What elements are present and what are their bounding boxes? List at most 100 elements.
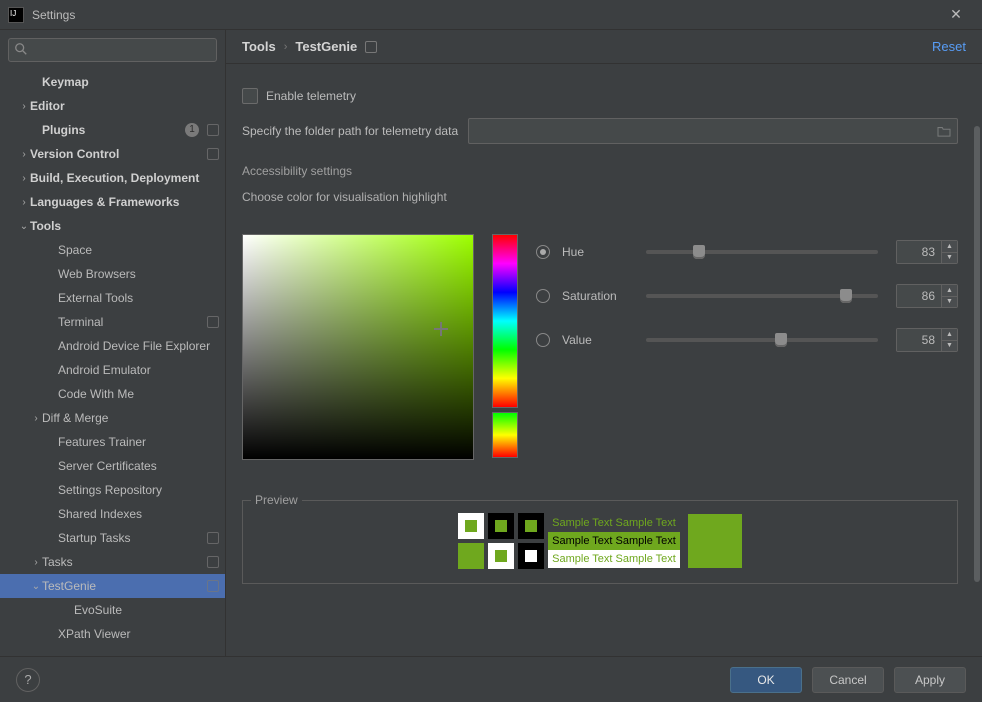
sidebar-item-label: Languages & Frameworks	[30, 195, 219, 209]
sidebar-item-label: Plugins	[42, 123, 185, 137]
spin-up-icon[interactable]: ▲	[942, 329, 957, 341]
chevron-right-icon: ›	[18, 101, 30, 112]
sidebar-item-terminal[interactable]: Terminal	[0, 310, 225, 334]
chevron-right-icon: ›	[18, 173, 30, 184]
sidebar-item-diff-merge[interactable]: ›Diff & Merge	[0, 406, 225, 430]
crumb-testgenie: TestGenie	[295, 39, 357, 54]
sidebar-item-android-emulator[interactable]: Android Emulator	[0, 358, 225, 382]
value-radio[interactable]	[536, 333, 550, 347]
color-field-cursor[interactable]	[434, 322, 448, 336]
hue-strip[interactable]	[492, 234, 518, 408]
cancel-button[interactable]: Cancel	[812, 667, 884, 693]
breadcrumb: Tools › TestGenie Reset	[226, 30, 982, 64]
sidebar-item-code-with-me[interactable]: Code With Me	[0, 382, 225, 406]
sidebar-item-label: Terminal	[58, 315, 203, 329]
sidebar-item-server-certificates[interactable]: Server Certificates	[0, 454, 225, 478]
sidebar-item-build-execution-deployment[interactable]: ›Build, Execution, Deployment	[0, 166, 225, 190]
reset-link[interactable]: Reset	[932, 39, 966, 54]
telemetry-path-input[interactable]	[475, 123, 937, 139]
spin-down-icon[interactable]: ▼	[942, 341, 957, 352]
window-title: Settings	[32, 8, 938, 22]
preview-sample-text: Sample Text Sample Text	[548, 550, 680, 568]
saturation-slider[interactable]	[646, 294, 878, 298]
spin-up-icon[interactable]: ▲	[942, 241, 957, 253]
sidebar-item-label: XPath Viewer	[58, 627, 219, 641]
hue-slider[interactable]	[646, 250, 878, 254]
sidebar-item-label: Android Device File Explorer	[58, 339, 219, 353]
preview-sample-text: Sample Text Sample Text	[548, 514, 680, 532]
enable-telemetry-checkbox[interactable]	[242, 88, 258, 104]
chevron-right-icon: ›	[18, 149, 30, 160]
scope-icon	[207, 556, 219, 568]
value-spinner[interactable]: ▲▼	[896, 328, 958, 352]
value-slider[interactable]	[646, 338, 878, 342]
hue-strip-secondary[interactable]	[492, 412, 518, 458]
hue-input[interactable]	[897, 241, 941, 263]
sidebar-item-xpath-viewer[interactable]: XPath Viewer	[0, 622, 225, 646]
sidebar-item-label: Server Certificates	[58, 459, 219, 473]
crumb-tools[interactable]: Tools	[242, 39, 276, 54]
saturation-label: Saturation	[562, 289, 628, 303]
value-input[interactable]	[897, 329, 941, 351]
badge: 1	[185, 123, 199, 137]
sidebar-item-external-tools[interactable]: External Tools	[0, 286, 225, 310]
ok-button[interactable]: OK	[730, 667, 802, 693]
settings-tree: Keymap›EditorPlugins1›Version Control›Bu…	[0, 70, 225, 656]
help-button[interactable]: ?	[16, 668, 40, 692]
sidebar-item-label: Space	[58, 243, 219, 257]
scope-icon	[207, 532, 219, 544]
telemetry-path-label: Specify the folder path for telemetry da…	[242, 124, 458, 138]
sidebar-item-label: TestGenie	[42, 579, 203, 593]
sidebar-item-label: EvoSuite	[74, 603, 219, 617]
search-input[interactable]	[8, 38, 217, 62]
saturation-radio[interactable]	[536, 289, 550, 303]
sidebar-item-android-device-file-explorer[interactable]: Android Device File Explorer	[0, 334, 225, 358]
sidebar-item-plugins[interactable]: Plugins1	[0, 118, 225, 142]
sidebar-item-label: Features Trainer	[58, 435, 219, 449]
sidebar-item-settings-repository[interactable]: Settings Repository	[0, 478, 225, 502]
sidebar-item-editor[interactable]: ›Editor	[0, 94, 225, 118]
sidebar-item-web-browsers[interactable]: Web Browsers	[0, 262, 225, 286]
telemetry-path-field[interactable]	[468, 118, 958, 144]
sidebar-item-tools[interactable]: ⌄Tools	[0, 214, 225, 238]
sidebar-item-version-control[interactable]: ›Version Control	[0, 142, 225, 166]
preview-text-column: Sample Text Sample Text Sample Text Sampl…	[548, 514, 680, 568]
apply-button[interactable]: Apply	[894, 667, 966, 693]
sidebar-item-features-trainer[interactable]: Features Trainer	[0, 430, 225, 454]
folder-icon[interactable]	[937, 125, 951, 137]
saturation-spinner[interactable]: ▲▼	[896, 284, 958, 308]
swatch	[518, 513, 544, 539]
color-field[interactable]	[242, 234, 474, 460]
sidebar-item-space[interactable]: Space	[0, 238, 225, 262]
search-icon	[14, 42, 28, 56]
sidebar-item-label: Settings Repository	[58, 483, 219, 497]
sidebar-item-keymap[interactable]: Keymap	[0, 70, 225, 94]
titlebar: Settings ✕	[0, 0, 982, 30]
spin-down-icon[interactable]: ▼	[942, 297, 957, 308]
sidebar-item-testgenie[interactable]: ⌄TestGenie	[0, 574, 225, 598]
spin-down-icon[interactable]: ▼	[942, 253, 957, 264]
enable-telemetry-label: Enable telemetry	[266, 89, 356, 103]
hue-label: Hue	[562, 245, 628, 259]
swatch	[458, 543, 484, 569]
close-icon[interactable]: ✕	[938, 6, 974, 23]
sidebar-item-evosuite[interactable]: EvoSuite	[0, 598, 225, 622]
saturation-input[interactable]	[897, 285, 941, 307]
swatch	[458, 513, 484, 539]
sidebar-item-startup-tasks[interactable]: Startup Tasks	[0, 526, 225, 550]
sidebar-item-label: Android Emulator	[58, 363, 219, 377]
scope-icon	[207, 316, 219, 328]
preview-group: Preview Sample Te	[242, 500, 958, 584]
sidebar-item-shared-indexes[interactable]: Shared Indexes	[0, 502, 225, 526]
hue-radio[interactable]	[536, 245, 550, 259]
hue-spinner[interactable]: ▲▼	[896, 240, 958, 264]
sidebar-item-languages-frameworks[interactable]: ›Languages & Frameworks	[0, 190, 225, 214]
spin-up-icon[interactable]: ▲	[942, 285, 957, 297]
sidebar-item-label: Code With Me	[58, 387, 219, 401]
sidebar-item-label: Tasks	[42, 555, 203, 569]
accessibility-title: Accessibility settings	[242, 164, 958, 178]
swatch	[488, 513, 514, 539]
preview-legend: Preview	[251, 493, 302, 507]
scrollbar[interactable]	[972, 64, 982, 656]
sidebar-item-tasks[interactable]: ›Tasks	[0, 550, 225, 574]
